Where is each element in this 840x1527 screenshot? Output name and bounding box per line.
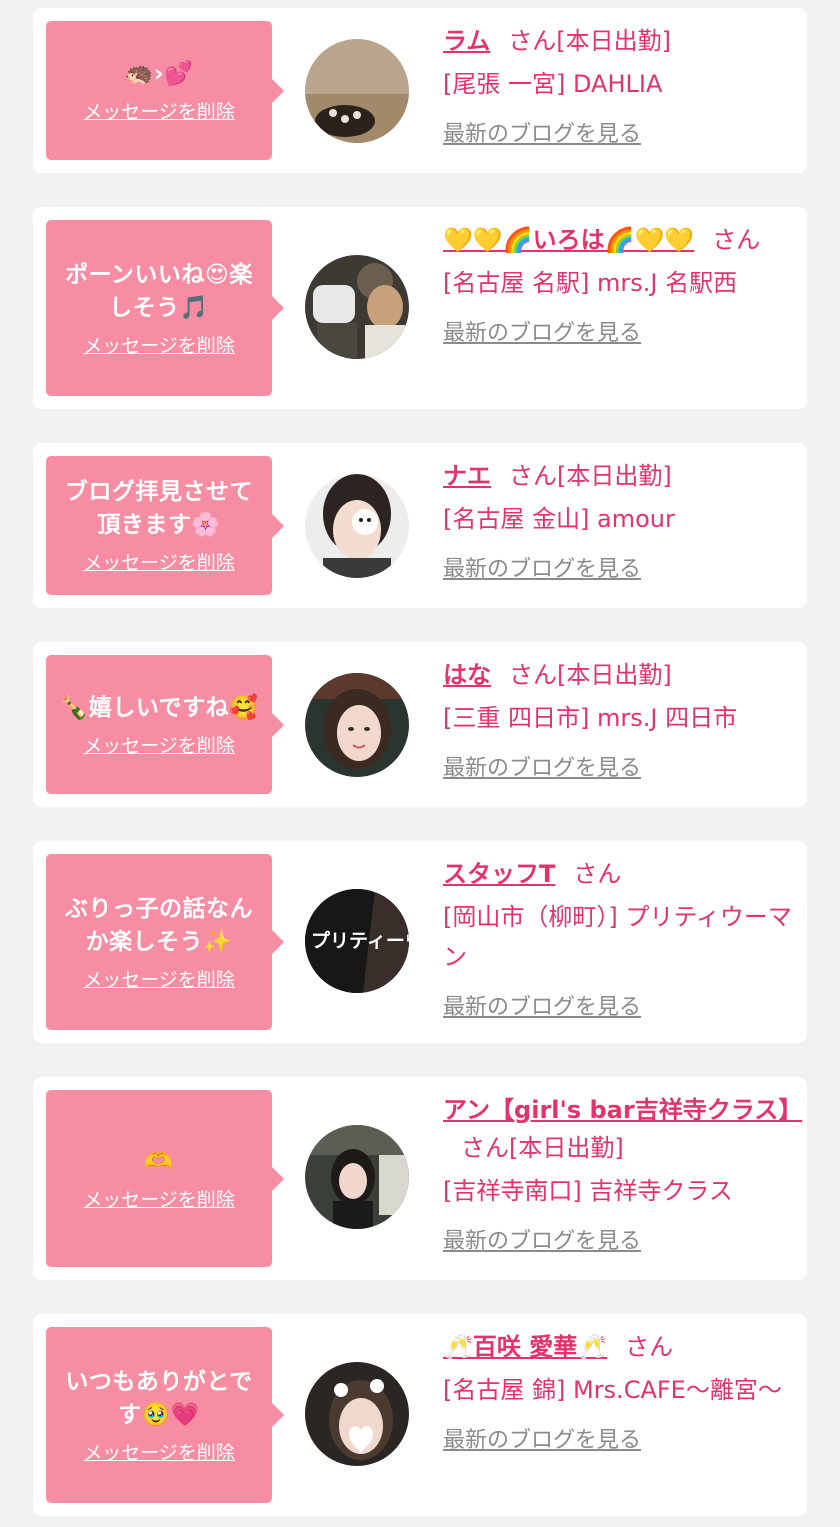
sender-name-link[interactable]: アン【girl's bar吉祥寺クラス】 — [443, 1096, 802, 1124]
sender-name-link[interactable]: 🥂百咲 愛華🥂 — [443, 1333, 607, 1361]
message-text: ブログ拝見させて頂きます🌸 — [65, 479, 253, 538]
avatar[interactable]: プリティーウーマ — [305, 889, 409, 993]
avatar[interactable] — [305, 1362, 409, 1466]
name-line: 💛💛🌈いろは🌈💛💛 さん — [443, 221, 793, 259]
delete-message-link[interactable]: メッセージを削除 — [83, 97, 235, 124]
latest-blog-link[interactable]: 最新のブログを見る — [443, 116, 641, 148]
avatar-text: プリティーウーマ — [311, 929, 409, 952]
message-card: ぶりっ子の話なんか楽しそう✨ メッセージを削除 プリティーウーマ スタッフT さん [岡山… — [33, 841, 807, 1043]
status-badge: [本日出勤] — [556, 27, 672, 55]
name-line: ラム さん[本日出勤] — [443, 22, 793, 60]
shop-name: [名古屋 名駅] mrs.J 名駅西 — [443, 269, 738, 297]
message-text: 🫶 — [144, 1148, 174, 1175]
latest-blog-link[interactable]: 最新のブログを見る — [443, 989, 641, 1021]
message-card: ブログ拝見させて頂きます🌸 メッセージを削除 ナエ さん[本日出勤] [名古屋 金山] … — [33, 443, 807, 608]
name-line: はな さん[本日出勤] — [443, 656, 793, 694]
delete-message-link[interactable]: メッセージを削除 — [83, 331, 235, 358]
sender-name-link[interactable]: 💛💛🌈いろは🌈💛💛 — [443, 226, 694, 254]
message-card: 🦔›💕 メッセージを削除 ラム さん[本日出勤] [尾張 一宮] DAHLIA 最新のブロ… — [33, 8, 807, 173]
shop-name: [名古屋 金山] amour — [443, 505, 675, 533]
name-line: ナエ さん[本日出勤] — [443, 457, 793, 495]
message-bubble: ブログ拝見させて頂きます🌸 メッセージを削除 — [46, 456, 284, 595]
delete-message-link[interactable]: メッセージを削除 — [83, 1438, 235, 1465]
message-card: ポーンいいね😍楽しそう🎵 メッセージを削除 💛💛🌈いろは🌈💛💛 さん [名古屋 名駅] … — [33, 207, 807, 409]
sender-info: 💛💛🌈いろは🌈💛💛 さん [名古屋 名駅] mrs.J 名駅西最新のブログを見る — [443, 221, 793, 347]
name-line: 🥂百咲 愛華🥂 さん — [443, 1328, 793, 1366]
avatar[interactable] — [305, 474, 409, 578]
name-line: スタッフT さん — [443, 855, 793, 893]
sender-info: ラム さん[本日出勤] [尾張 一宮] DAHLIA 最新のブログを見る — [443, 22, 793, 148]
delete-message-link[interactable]: メッセージを削除 — [83, 1185, 235, 1212]
message-text: いつもありがとです🥹💗 — [65, 1368, 253, 1428]
message-bubble: 🦔›💕 メッセージを削除 — [46, 21, 284, 160]
honorific: さん — [573, 860, 622, 888]
delete-message-link[interactable]: メッセージを削除 — [83, 965, 235, 992]
delete-message-link[interactable]: メッセージを削除 — [83, 548, 235, 575]
honorific: さん — [509, 462, 557, 490]
message-bubble: 🫶 メッセージを削除 — [46, 1090, 284, 1267]
message-text: 🍾嬉しいですね🥰 — [59, 694, 259, 721]
message-card: 🍾嬉しいですね🥰 メッセージを削除 はな さん[本日出勤] [三重 四日市] mrs.J… — [33, 642, 807, 807]
honorific: さん — [625, 1333, 674, 1361]
sender-name-link[interactable]: はな — [443, 661, 491, 689]
message-card: いつもありがとです🥹💗 メッセージを削除 🥂百咲 愛華🥂 さん [名古屋 錦] Mrs.… — [33, 1314, 807, 1516]
status-badge: [本日出勤] — [557, 661, 672, 689]
latest-blog-link[interactable]: 最新のブログを見る — [443, 315, 641, 347]
latest-blog-link[interactable]: 最新のブログを見る — [443, 551, 641, 583]
shop-name: [三重 四日市] mrs.J 四日市 — [443, 704, 738, 732]
sender-info: 🥂百咲 愛華🥂 さん [名古屋 錦] Mrs.CAFE～離宮～ 最新のブログを見る — [443, 1328, 793, 1454]
sender-name-link[interactable]: ラム — [443, 27, 490, 55]
name-line: アン【girl's bar吉祥寺クラス】さん[本日出勤] — [443, 1091, 802, 1167]
sender-name-link[interactable]: ナエ — [443, 462, 491, 490]
avatar[interactable] — [305, 39, 409, 143]
avatar[interactable] — [305, 255, 409, 359]
sender-info: はな さん[本日出勤] [三重 四日市] mrs.J 四日市最新のブログを見る — [443, 656, 793, 782]
shop-name: [岡山市（柳町）] プリティウーマン — [443, 903, 792, 971]
honorific: さん — [712, 226, 761, 254]
status-badge: [本日出勤] — [509, 1134, 624, 1162]
sender-info: ナエ さん[本日出勤] [名古屋 金山] amour 最新のブログを見る — [443, 457, 793, 583]
sender-info: アン【girl's bar吉祥寺クラス】さん[本日出勤] [吉祥寺南口] 吉祥寺ク… — [443, 1091, 802, 1255]
sender-info: スタッフT さん [岡山市（柳町）] プリティウーマン最新のブログを見る — [443, 855, 793, 1021]
shop-name: [吉祥寺南口] 吉祥寺クラス — [443, 1177, 733, 1205]
honorific: さん — [508, 27, 557, 55]
message-text: 🦔›💕 — [124, 60, 194, 87]
latest-blog-link[interactable]: 最新のブログを見る — [443, 750, 641, 782]
latest-blog-link[interactable]: 最新のブログを見る — [443, 1422, 641, 1454]
avatar[interactable] — [305, 673, 409, 777]
avatar[interactable] — [305, 1125, 409, 1229]
message-bubble: 🍾嬉しいですね🥰 メッセージを削除 — [46, 655, 284, 794]
message-bubble: ぶりっ子の話なんか楽しそう✨ メッセージを削除 — [46, 854, 284, 1030]
message-text: ポーンいいね😍楽しそう🎵 — [65, 261, 253, 321]
honorific: さん — [509, 661, 557, 689]
message-bubble: ポーンいいね😍楽しそう🎵 メッセージを削除 — [46, 220, 284, 396]
honorific: さん — [461, 1134, 509, 1162]
shop-name: [尾張 一宮] DAHLIA — [443, 70, 663, 98]
latest-blog-link[interactable]: 最新のブログを見る — [443, 1223, 641, 1255]
message-text: ぶりっ子の話なんか楽しそう✨ — [65, 895, 253, 955]
message-bubble: いつもありがとです🥹💗 メッセージを削除 — [46, 1327, 284, 1503]
sender-name-link[interactable]: スタッフT — [443, 860, 555, 888]
delete-message-link[interactable]: メッセージを削除 — [83, 731, 235, 758]
status-badge: [本日出勤] — [557, 462, 672, 490]
shop-name: [名古屋 錦] Mrs.CAFE～離宮～ — [443, 1376, 782, 1404]
message-card: 🫶 メッセージを削除 アン【girl's bar吉祥寺クラス】さん[本日出勤] [吉祥… — [33, 1077, 807, 1280]
